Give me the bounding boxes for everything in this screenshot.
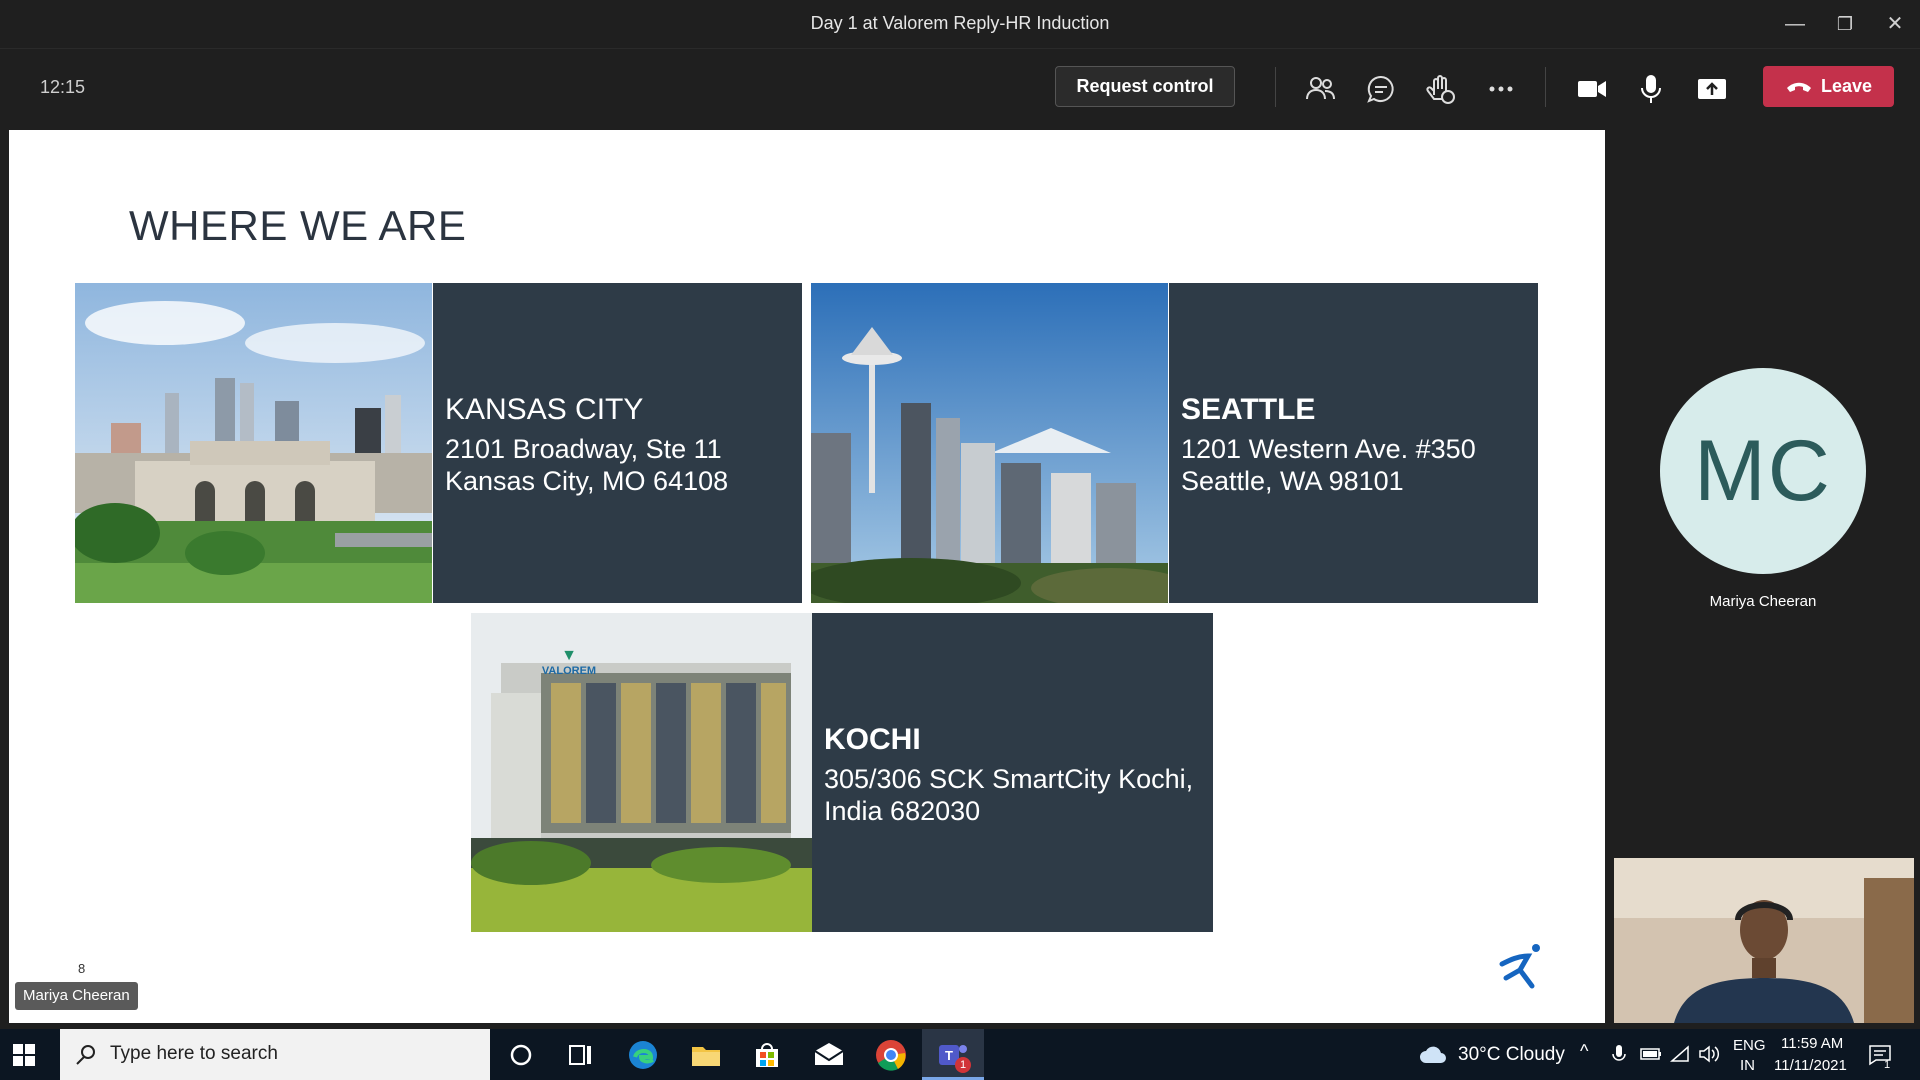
leave-button[interactable]: Leave [1763,66,1894,107]
tray-date[interactable]: 11/11/2021 [1774,1057,1847,1074]
valorem-runner-icon [1499,944,1540,989]
weather-text[interactable]: 30°C Cloudy [1458,1044,1565,1066]
cortana-icon[interactable] [503,1037,539,1073]
microphone-icon[interactable] [1633,71,1669,107]
notifications-count: 1 [1884,1059,1891,1071]
toolbar-divider [1545,67,1546,107]
taskbar-search-box[interactable]: Type here to search [60,1029,490,1080]
microphone-tray-icon[interactable] [1612,1044,1626,1066]
kansas-city-card: KANSAS CITY 2101 Broadway, Ste 11 Kansas… [433,283,802,603]
cloud-weather-icon[interactable] [1418,1043,1448,1065]
language-indicator-region: IN [1740,1057,1755,1074]
location-address-line1: 305/306 SCK SmartCity Kochi, [824,764,1194,794]
chrome-icon[interactable] [873,1037,909,1073]
participant-name: Mariya Cheeran [1709,593,1817,610]
window-title: Day 1 at Valorem Reply-HR Induction [810,13,1110,33]
meeting-timer: 12:15 [40,77,86,97]
teams-taskbar-button[interactable]: T 1 [922,1029,984,1080]
shared-slide: WHERE WE ARE KANSAS CITY 2101 Broadway, … [9,130,1605,1023]
search-placeholder: Type here to search [110,1043,278,1064]
tray-time[interactable]: 11:59 AM [1781,1035,1843,1052]
seattle-card: SEATTLE 1201 Western Ave. #350 Seattle, … [1169,283,1538,603]
self-video-preview[interactable] [1614,858,1914,1023]
search-icon [76,1045,95,1065]
close-button[interactable]: ✕ [1875,10,1915,38]
window-title-bar: Day 1 at Valorem Reply-HR Induction — ❐ … [0,0,1920,48]
location-address-line2: Kansas City, MO 64108 [445,466,729,496]
chat-icon[interactable] [1363,71,1399,107]
wifi-icon[interactable] [1670,1044,1692,1064]
task-view-icon[interactable] [562,1037,598,1073]
more-options-icon[interactable] [1483,71,1519,107]
kochi-card: KOCHI 305/306 SCK SmartCity Kochi, India… [812,613,1213,932]
windows-taskbar: Type here to search T 1 30°C Cloudy ^ EN… [0,1029,1920,1080]
slide-page-number: 8 [78,961,86,976]
seattle-photo [811,283,1168,603]
location-address-line2: Seattle, WA 98101 [1181,466,1404,496]
location-city: SEATTLE [1181,393,1316,426]
location-city: KOCHI [824,723,921,756]
system-tray: 30°C Cloudy ^ ENG IN 11:59 AM 11/11/2021… [1418,1029,1920,1080]
microsoft-store-icon[interactable] [749,1037,785,1073]
participants-icon[interactable] [1303,71,1339,107]
restore-button[interactable]: ❐ [1825,10,1865,38]
battery-icon[interactable] [1640,1047,1662,1061]
location-address-line2: India 682030 [824,796,981,826]
presenter-name-tag: Mariya Cheeran [15,982,138,1010]
share-screen-icon[interactable] [1694,71,1730,107]
location-city: KANSAS CITY [445,393,644,426]
valorem-logo: ▼ VALOREM [539,647,599,677]
participant-avatar[interactable]: MC [1660,368,1866,574]
edge-browser-icon[interactable] [625,1037,661,1073]
location-address-line1: 1201 Western Ave. #350 [1181,434,1476,464]
teams-notification-badge: 1 [955,1057,971,1073]
hang-up-icon [1787,82,1811,92]
leave-label: Leave [1821,76,1873,96]
slide-title: WHERE WE ARE [129,202,467,249]
toolbar-divider [1275,67,1276,107]
kansas-city-photo [75,283,432,603]
chevron-up-icon[interactable]: ^ [1580,1041,1588,1062]
language-indicator-primary[interactable]: ENG [1733,1037,1766,1054]
mail-icon[interactable] [811,1037,847,1073]
valorem-logo-text: VALOREM [541,665,597,677]
camera-icon[interactable] [1574,71,1610,107]
svg-text:T: T [945,1048,953,1063]
valorem-leaf-icon: ▼ [561,647,577,664]
meeting-toolbar: 12:15 Request control Leave [0,48,1920,130]
request-control-button[interactable]: Request control [1055,66,1235,107]
minimize-button[interactable]: — [1775,10,1815,38]
kochi-photo: ▼ VALOREM [471,613,812,932]
volume-icon[interactable] [1698,1044,1720,1064]
file-explorer-icon[interactable] [688,1037,724,1073]
location-address-line1: 2101 Broadway, Ste 11 [445,434,722,464]
raise-hand-icon[interactable] [1423,71,1459,107]
windows-start-icon[interactable] [12,1043,36,1067]
